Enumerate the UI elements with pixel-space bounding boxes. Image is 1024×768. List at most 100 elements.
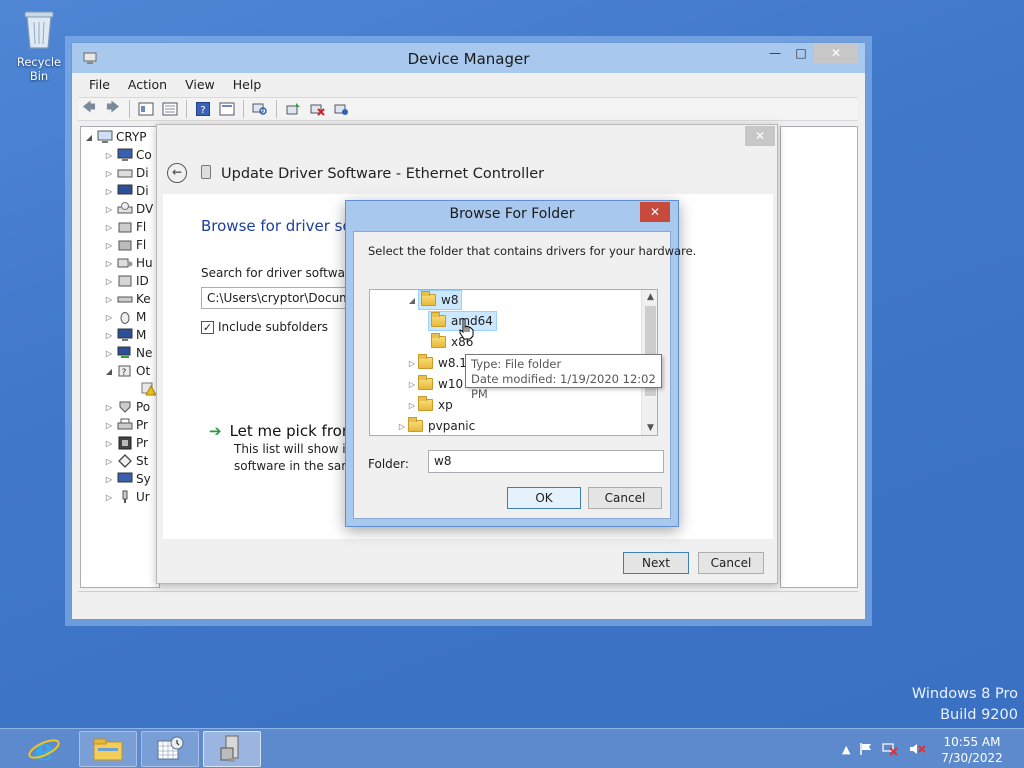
- update-driver-icon[interactable]: [282, 99, 304, 119]
- collapsed-arrow-icon[interactable]: ▷: [406, 359, 418, 368]
- maximize-button[interactable]: □: [788, 43, 814, 63]
- folder-row-xp[interactable]: ▷ xp: [406, 395, 453, 415]
- collapsed-arrow-icon[interactable]: ▷: [103, 403, 115, 412]
- tree-item[interactable]: ▷ Fl: [103, 218, 146, 236]
- pick-from-list-title[interactable]: Let me pick from: [230, 422, 357, 440]
- clock-date: 7/30/2022: [941, 751, 1003, 765]
- collapsed-arrow-icon[interactable]: ▷: [103, 493, 115, 502]
- collapsed-arrow-icon[interactable]: ▷: [103, 439, 115, 448]
- taskbar-clock[interactable]: 10:55 AM 7/30/2022: [925, 734, 1019, 766]
- folder-row-pvpanic[interactable]: ▷ pvpanic: [396, 416, 475, 435]
- device-manager-titlebar[interactable]: Device Manager — □ ✕: [72, 43, 865, 73]
- tree-item-label: Hu: [136, 256, 153, 270]
- scroll-up-icon[interactable]: ▲: [642, 292, 657, 302]
- tree-item[interactable]: ▷ M: [103, 308, 146, 326]
- back-arrow-icon[interactable]: ←: [167, 163, 187, 183]
- update-driver-close-button[interactable]: ✕: [745, 126, 775, 146]
- browse-cancel-button[interactable]: Cancel: [588, 487, 662, 509]
- tree-item[interactable]: ▷ DV: [103, 200, 153, 218]
- scroll-down-icon[interactable]: ▼: [642, 423, 657, 433]
- volume-muted-icon[interactable]: [908, 742, 927, 756]
- tree-item[interactable]: ▷ Ne: [103, 344, 152, 362]
- pick-from-list-option[interactable]: ➔ Let me pick from This list will show in…: [209, 422, 364, 474]
- collapsed-arrow-icon[interactable]: ▷: [103, 151, 115, 160]
- collapsed-arrow-icon[interactable]: ▷: [406, 380, 418, 389]
- tree-item[interactable]: ▷ Po: [103, 398, 150, 416]
- menu-file[interactable]: File: [80, 73, 119, 95]
- tree-item[interactable]: ▷ Ur: [103, 488, 150, 506]
- tree-item[interactable]: ▷ Sy: [103, 470, 151, 488]
- folder-row-w81[interactable]: ▷ w8.1: [406, 353, 467, 373]
- uninstall-icon[interactable]: [306, 99, 328, 119]
- recycle-bin-desktop-icon[interactable]: Recycle Bin: [6, 6, 72, 83]
- collapsed-arrow-icon[interactable]: ▷: [103, 313, 115, 322]
- update-icon[interactable]: [159, 99, 181, 119]
- collapsed-arrow-icon[interactable]: ▷: [103, 169, 115, 178]
- device-tree[interactable]: ◢ CRYP ▷ Co ▷ Di ▷ Di ▷ DV ▷ Fl ▷ Fl ▷ Hu ▷ ID ▷…: [80, 126, 160, 588]
- collapsed-arrow-icon[interactable]: ▷: [103, 241, 115, 250]
- properties-icon[interactable]: [135, 99, 157, 119]
- menu-view[interactable]: View: [176, 73, 224, 95]
- taskbar-device-manager[interactable]: [203, 731, 261, 767]
- folder-w8[interactable]: w8: [418, 290, 463, 310]
- taskbar-internet-explorer[interactable]: e: [16, 731, 72, 767]
- action-center-flag-icon[interactable]: [858, 742, 874, 756]
- help-icon[interactable]: ?: [192, 99, 214, 119]
- close-button[interactable]: ✕: [814, 43, 858, 63]
- tree-item[interactable]: ▷ Ke: [103, 290, 151, 308]
- tree-item[interactable]: ▷ M: [103, 326, 146, 344]
- collapsed-arrow-icon[interactable]: ▷: [103, 295, 115, 304]
- tree-item[interactable]: ◢? Ot: [103, 362, 150, 380]
- back-arrow-icon[interactable]: 🡄: [78, 99, 100, 119]
- collapsed-arrow-icon[interactable]: ▷: [103, 223, 115, 232]
- folder-row-w8[interactable]: ◢ w8: [406, 290, 463, 310]
- scan-hardware-icon[interactable]: [249, 99, 271, 119]
- enable-device-icon[interactable]: [330, 99, 352, 119]
- collapsed-arrow-icon[interactable]: ▷: [103, 277, 115, 286]
- show-hidden-icons-icon[interactable]: ▲: [842, 743, 850, 756]
- svg-text:e: e: [34, 733, 53, 766]
- collapsed-arrow-icon[interactable]: ▷: [103, 349, 115, 358]
- forward-arrow-icon[interactable]: 🡆: [102, 99, 124, 119]
- collapsed-arrow-icon[interactable]: ▷: [103, 475, 115, 484]
- folder-label-text: Folder:: [368, 457, 409, 471]
- minimize-button[interactable]: —: [762, 43, 788, 63]
- browse-folder-close-button[interactable]: ✕: [640, 202, 670, 222]
- tree-item[interactable]: ▷ Pr: [103, 434, 148, 452]
- expanded-arrow-icon[interactable]: ◢: [83, 133, 95, 142]
- view-icon[interactable]: [216, 99, 238, 119]
- collapsed-arrow-icon[interactable]: ▷: [406, 401, 418, 410]
- cancel-button[interactable]: Cancel: [698, 552, 764, 574]
- collapsed-arrow-icon[interactable]: ▷: [103, 421, 115, 430]
- network-icon[interactable]: [882, 742, 900, 756]
- tree-item[interactable]: ▷ ID: [103, 272, 149, 290]
- collapsed-arrow-icon[interactable]: ▷: [103, 187, 115, 196]
- tree-item[interactable]: ▷ Di: [103, 182, 149, 200]
- tree-item[interactable]: ▷ Co: [103, 146, 152, 164]
- collapsed-arrow-icon[interactable]: ▷: [103, 259, 115, 268]
- folder-row-w10[interactable]: ▷ w10: [406, 374, 463, 394]
- tree-item[interactable]: ▷ St: [103, 452, 148, 470]
- include-subfolders-checkbox[interactable]: ✓ Include subfolders: [201, 320, 328, 334]
- tree-item[interactable]: ▷ Di: [103, 164, 149, 182]
- tree-root[interactable]: ◢ CRYP: [83, 128, 147, 146]
- taskbar-file-explorer[interactable]: [79, 731, 137, 767]
- menu-action[interactable]: Action: [119, 73, 176, 95]
- tree-item[interactable]: ▷ Pr: [103, 416, 148, 434]
- ok-button[interactable]: OK: [507, 487, 581, 509]
- expanded-arrow-icon[interactable]: ◢: [103, 367, 115, 376]
- svg-text:?: ?: [122, 368, 127, 378]
- collapsed-arrow-icon[interactable]: ▷: [103, 457, 115, 466]
- task-scheduler-icon: [157, 736, 184, 760]
- taskbar-task-scheduler[interactable]: [141, 731, 199, 767]
- collapsed-arrow-icon[interactable]: ▷: [396, 422, 408, 431]
- menu-help[interactable]: Help: [224, 73, 271, 95]
- next-button[interactable]: Next: [623, 552, 689, 574]
- collapsed-arrow-icon[interactable]: ▷: [103, 331, 115, 340]
- collapsed-arrow-icon[interactable]: ▷: [103, 205, 115, 214]
- checkbox-checked-icon[interactable]: ✓: [201, 320, 214, 334]
- tree-item[interactable]: ▷ Hu: [103, 254, 153, 272]
- expanded-arrow-icon[interactable]: ◢: [406, 296, 418, 305]
- tree-item[interactable]: ▷ Fl: [103, 236, 146, 254]
- folder-input[interactable]: w8: [428, 450, 664, 473]
